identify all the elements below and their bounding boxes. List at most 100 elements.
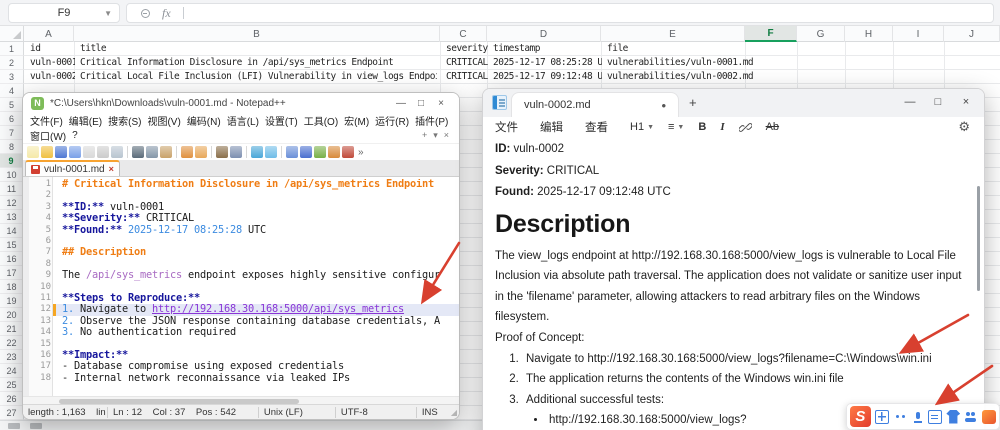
header-cell-id[interactable]: id: [27, 42, 75, 56]
rendered-markdown[interactable]: ID: vuln-0002Severity: CRITICALFound: 20…: [483, 137, 984, 430]
menu-item-8[interactable]: 宏(M): [342, 113, 371, 128]
show-symbols-icon[interactable]: [300, 146, 312, 158]
clear-format-button[interactable]: Ab: [766, 121, 779, 133]
horizontal-scrollbar[interactable]: [23, 396, 459, 404]
data-cell-row2-file[interactable]: vulnerabilities/vuln-0001.md: [604, 56, 764, 70]
link-icon[interactable]: [739, 121, 752, 134]
minimize-button[interactable]: —: [391, 95, 411, 111]
menu-edit[interactable]: 编辑: [540, 119, 563, 135]
row-header-23[interactable]: 23: [0, 350, 24, 364]
toolbar-overflow-chevron[interactable]: »: [358, 147, 364, 158]
row-header-2[interactable]: 2: [0, 56, 24, 70]
monitor-icon[interactable]: [342, 146, 354, 158]
sheet-nav-icon[interactable]: [8, 423, 20, 429]
skin-icon[interactable]: [946, 410, 960, 424]
row-header-7[interactable]: 7: [0, 126, 24, 140]
row-header-21[interactable]: 21: [0, 322, 24, 336]
doc-map-icon[interactable]: [314, 146, 326, 158]
sheet-tab-icon[interactable]: [30, 423, 42, 429]
cut-icon[interactable]: [132, 146, 144, 158]
menu-item-2[interactable]: 搜索(S): [106, 113, 143, 128]
select-all-corner[interactable]: [0, 26, 24, 42]
data-cell-row2-id[interactable]: vuln-0001: [27, 56, 75, 70]
data-cell-row3-timestamp[interactable]: 2025-12-17 09:12:48 UTC: [490, 70, 602, 84]
news-icon[interactable]: [982, 410, 996, 424]
undo-icon[interactable]: [181, 146, 193, 158]
close-button[interactable]: ×: [431, 95, 451, 111]
row-header-16[interactable]: 16: [0, 252, 24, 266]
row-header-1[interactable]: 1: [0, 42, 24, 56]
row-header-10[interactable]: 10: [0, 168, 24, 182]
menu-item-0[interactable]: 文件(F): [28, 113, 65, 128]
data-cell-row3-id[interactable]: vuln-0002: [27, 70, 75, 84]
bold-button[interactable]: B: [698, 121, 706, 133]
menu-item-row2-0[interactable]: 窗口(W): [28, 128, 68, 143]
menu-item-5[interactable]: 语言(L): [225, 113, 261, 128]
row-header-18[interactable]: 18: [0, 280, 24, 294]
mic-icon[interactable]: [911, 410, 925, 424]
resize-grip[interactable]: ◢: [451, 408, 457, 417]
gear-icon[interactable]: ⚙: [958, 119, 970, 135]
header-cell-timestamp[interactable]: timestamp: [490, 42, 602, 56]
row-header-8[interactable]: 8: [0, 140, 24, 154]
data-cell-row2-severity[interactable]: CRITICAL: [443, 56, 488, 70]
menu-item-9[interactable]: 运行(R): [373, 113, 411, 128]
row-header-27[interactable]: 27: [0, 406, 24, 420]
chinese-mode-icon[interactable]: [875, 410, 889, 424]
menu-item-row2-1[interactable]: ?: [70, 130, 80, 141]
data-cell-row3-file[interactable]: vulnerabilities/vuln-0002.md: [604, 70, 764, 84]
zoom-in-icon[interactable]: [251, 146, 263, 158]
row-header-3[interactable]: 3: [0, 70, 24, 84]
keyboard-icon[interactable]: [928, 410, 942, 424]
menu-item-3[interactable]: 视图(V): [145, 113, 182, 128]
row-header-12[interactable]: 12: [0, 196, 24, 210]
doc-close-icon[interactable]: ×: [444, 130, 449, 141]
column-header-J[interactable]: J: [944, 26, 1000, 42]
cell-name-box[interactable]: F9 ▼: [8, 3, 120, 23]
row-header-11[interactable]: 11: [0, 182, 24, 196]
dots-icon[interactable]: [893, 410, 907, 424]
row-header-9[interactable]: 9: [0, 154, 24, 168]
row-header-13[interactable]: 13: [0, 210, 24, 224]
vertical-scrollbar[interactable]: [977, 186, 980, 291]
column-header-A[interactable]: A: [24, 26, 74, 42]
row-header-24[interactable]: 24: [0, 364, 24, 378]
menu-item-1[interactable]: 编辑(E): [67, 113, 104, 128]
doc-restore-icon[interactable]: +: [422, 130, 427, 141]
new-file-icon[interactable]: [27, 146, 39, 158]
row-header-26[interactable]: 26: [0, 392, 24, 406]
replace-icon[interactable]: [230, 146, 242, 158]
header-cell-severity[interactable]: severity: [443, 42, 488, 56]
heading-style-dropdown[interactable]: H1▼: [630, 121, 654, 133]
menu-item-6[interactable]: 设置(T): [263, 113, 300, 128]
italic-button[interactable]: I: [720, 121, 724, 133]
row-header-20[interactable]: 20: [0, 308, 24, 322]
row-header-15[interactable]: 15: [0, 238, 24, 252]
close-doc-icon[interactable]: [83, 146, 95, 158]
paste-icon[interactable]: [160, 146, 172, 158]
tab-vuln-0002[interactable]: vuln-0002.md •: [511, 92, 679, 117]
formula-input[interactable]: fx: [126, 3, 994, 23]
minimize-button[interactable]: —: [896, 91, 924, 113]
column-header-I[interactable]: I: [893, 26, 944, 42]
close-all-icon[interactable]: [97, 146, 109, 158]
column-header-H[interactable]: H: [845, 26, 893, 42]
new-tab-button[interactable]: +: [689, 95, 697, 110]
column-header-E[interactable]: E: [601, 26, 745, 42]
tab-close-icon[interactable]: ×: [109, 164, 114, 174]
column-header-D[interactable]: D: [487, 26, 601, 42]
find-icon[interactable]: [216, 146, 228, 158]
row-header-17[interactable]: 17: [0, 266, 24, 280]
redo-icon[interactable]: [195, 146, 207, 158]
data-cell-row3-title[interactable]: Critical Local File Inclusion (LFI) Vuln…: [77, 70, 437, 84]
menu-item-10[interactable]: 插件(P): [413, 113, 450, 128]
maximize-button[interactable]: □: [411, 95, 431, 111]
print-icon[interactable]: [111, 146, 123, 158]
menu-item-4[interactable]: 编码(N): [185, 113, 223, 128]
row-header-19[interactable]: 19: [0, 294, 24, 308]
zoom-out-icon[interactable]: [265, 146, 277, 158]
menu-file[interactable]: 文件: [495, 119, 518, 135]
maximize-button[interactable]: □: [924, 91, 952, 113]
close-button[interactable]: ×: [952, 91, 980, 113]
data-cell-row3-severity[interactable]: CRITICAL: [443, 70, 488, 84]
